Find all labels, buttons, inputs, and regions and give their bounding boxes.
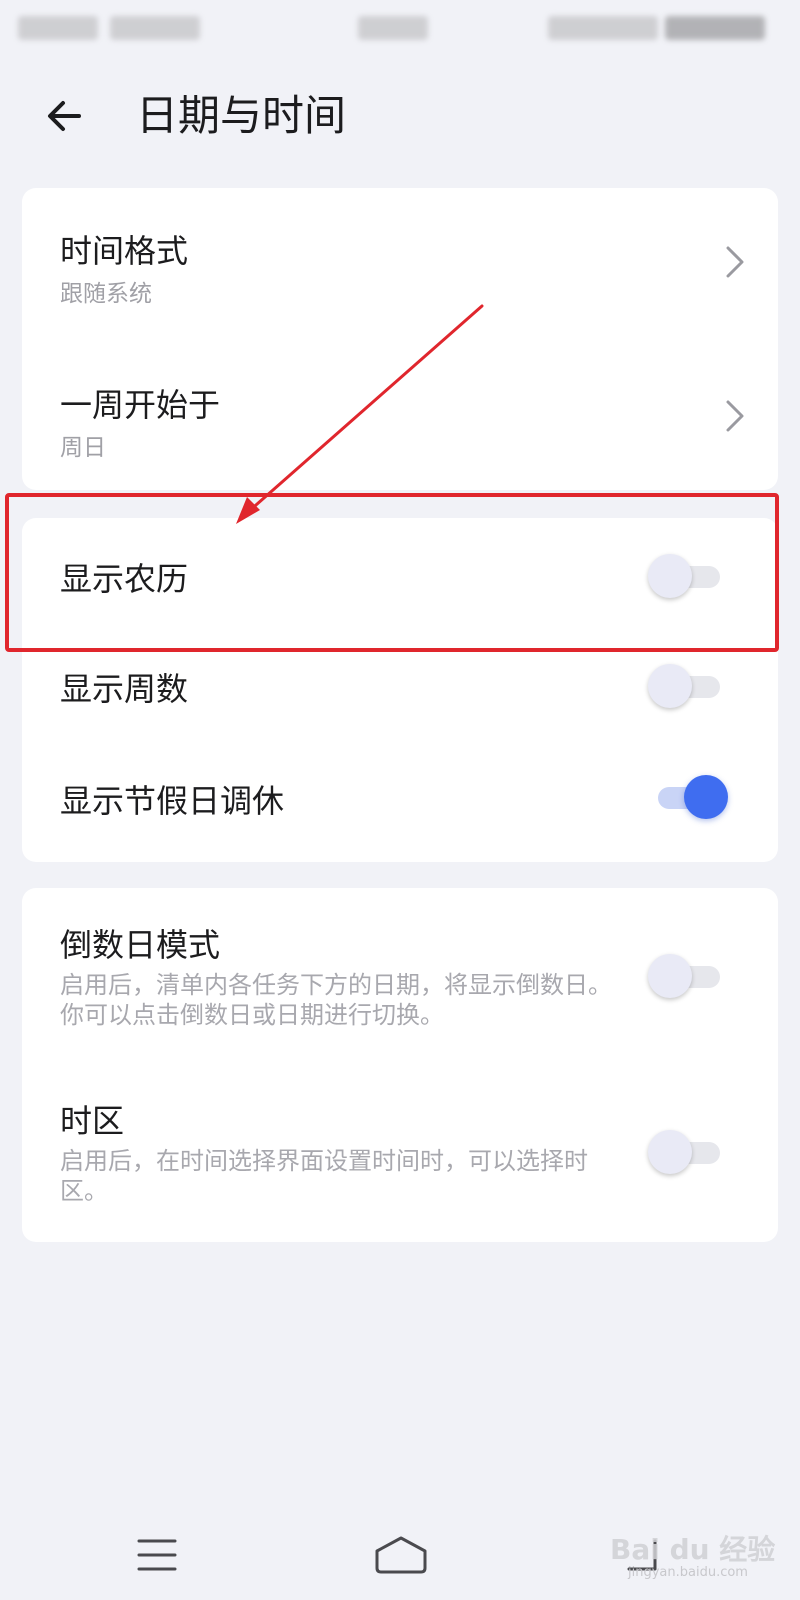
- countdown-toggle[interactable]: [648, 954, 728, 998]
- row-title: 一周开始于: [60, 386, 221, 424]
- annotation-highlight-box: [5, 493, 779, 652]
- row-time-format[interactable]: 时间格式 跟随系统: [22, 188, 778, 338]
- week-number-toggle[interactable]: [648, 664, 728, 708]
- menu-icon: [137, 1539, 177, 1571]
- arrow-left-icon: [48, 101, 81, 131]
- row-title: 时间格式: [60, 232, 189, 270]
- app-header: 日期与时间: [0, 80, 800, 156]
- watermark: Bai du 经验: [610, 1533, 776, 1566]
- nav-home-button[interactable]: [356, 1510, 446, 1600]
- card-advanced: 倒数日模式 启用后，清单内各任务下方的日期，将显示倒数日。你可以点击倒数日或日期…: [22, 888, 778, 1242]
- row-subtitle: 跟随系统: [60, 281, 152, 307]
- home-icon: [375, 1536, 427, 1574]
- row-week-start[interactable]: 一周开始于 周日: [22, 338, 778, 490]
- toggle-knob: [648, 1130, 692, 1174]
- row-timezone[interactable]: 时区 启用后，在时间选择界面设置时间时，可以选择时区。: [22, 1064, 778, 1242]
- status-network-blur: [110, 16, 200, 40]
- row-title: 显示节假日调休: [60, 782, 285, 820]
- chevron-right-icon: [726, 400, 744, 432]
- row-show-holiday-adjust[interactable]: 显示节假日调休: [22, 746, 778, 862]
- back-button[interactable]: [36, 88, 92, 144]
- chevron-right-icon: [726, 246, 744, 278]
- holiday-adjust-toggle[interactable]: [648, 775, 728, 819]
- status-battery-blur: [665, 16, 765, 40]
- row-title: 显示周数: [60, 670, 189, 708]
- watermark-url: jingyan.baidu.com: [628, 1565, 748, 1580]
- row-description: 启用后，清单内各任务下方的日期，将显示倒数日。你可以点击倒数日或日期进行切换。: [60, 971, 612, 1029]
- toggle-knob: [684, 775, 728, 819]
- status-signal-blur: [18, 16, 98, 40]
- row-countdown-mode[interactable]: 倒数日模式 启用后，清单内各任务下方的日期，将显示倒数日。你可以点击倒数日或日期…: [22, 888, 778, 1064]
- status-icons-blur: [548, 16, 658, 40]
- page-title: 日期与时间: [136, 91, 347, 140]
- row-subtitle: 周日: [60, 435, 106, 461]
- nav-menu-button[interactable]: [112, 1510, 202, 1600]
- toggle-knob: [648, 954, 692, 998]
- timezone-toggle[interactable]: [648, 1130, 728, 1174]
- row-show-week-number[interactable]: 显示周数: [22, 636, 778, 746]
- row-description: 启用后，在时间选择界面设置时间时，可以选择时区。: [60, 1147, 588, 1205]
- row-title: 倒数日模式: [60, 926, 221, 964]
- status-bar: [0, 0, 800, 60]
- toggle-knob: [648, 664, 692, 708]
- status-time-blur: [358, 16, 428, 40]
- row-title: 时区: [60, 1102, 125, 1140]
- card-general: 时间格式 跟随系统 一周开始于 周日: [22, 188, 778, 490]
